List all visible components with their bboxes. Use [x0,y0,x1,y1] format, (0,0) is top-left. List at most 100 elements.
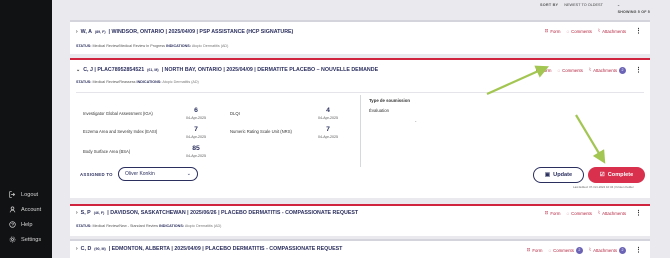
logout-icon [9,191,16,198]
status-value: Medical Review/Medical Review In Progres… [92,44,166,48]
metric-number: 6 [194,107,198,114]
sidebar-item-account[interactable]: Account [9,206,41,213]
sidebar-item-logout[interactable]: Logout [9,191,38,198]
attachments-link[interactable]: ⌇ Attachments 2 [589,66,626,74]
status-label: STATUS: [76,224,92,228]
request-card[interactable]: › W, A (89, F) | WINDSOR, ONTARIO | 2025… [70,20,650,54]
comments-link[interactable]: ◌ Comments 2 [548,246,583,254]
divider-vertical [360,95,361,167]
chevron-right-icon[interactable]: › [76,29,78,35]
sidebar: Logout Account Help Settings [0,0,52,258]
save-icon: ▣ [544,172,551,178]
comments-label: Comments [571,210,592,216]
form-icon: ⊡ [526,247,531,252]
form-link[interactable]: ⊡ Form [545,28,561,34]
form-link[interactable]: ⊡ Form [527,247,543,253]
attachments-link[interactable]: ⌇ Attachments [598,28,626,34]
metric-label-bsa: Body Surface Area (BSA) [83,149,131,154]
comment-icon: ◌ [557,67,561,73]
attachments-label: Attachments [602,28,626,34]
metric-number: 7 [194,126,198,133]
update-button[interactable]: ▣ Update [533,167,584,183]
card-header: › S, P (46, F) | DAVIDSON, SASKATCHEWAN … [76,210,358,216]
status-value: Medical Review/New - Standard Review [92,224,159,228]
indication-value: Atopic Dermatitis (AD) [184,224,222,228]
evaluation-value: - [415,119,417,124]
indication-value: Atopic Dermatitis (AD) [191,44,229,48]
paperclip-icon: ⌇ [588,247,592,252]
more-options-icon[interactable]: ⋮ [635,66,642,74]
card-actions: ⊡ Form ◌ Comments ⌇ Attachments ⋮ [545,27,642,35]
form-link[interactable]: ⊡ Form [545,210,561,216]
evaluation-label: Évaluation [369,108,390,113]
submission-type-label: Type de soumission [369,98,410,103]
sort-select[interactable]: NEWEST TO OLDEST ⌄ [564,2,620,8]
metric-number: 85 [192,145,200,152]
card-header: › W, A (89, F) | WINDSOR, ONTARIO | 2025… [76,29,293,35]
sidebar-item-help[interactable]: Help [9,221,33,228]
assignee-select[interactable]: Oliver Konkin ⌄ [118,167,198,181]
status-label: STATUS: [76,44,92,48]
help-icon [9,221,16,228]
indications-label: INDICATIONS: [136,80,162,84]
form-icon: ⊡ [544,28,549,33]
more-options-icon[interactable]: ⋮ [635,209,642,217]
form-label: Form [550,210,561,216]
metric-date: 04-Apr-2025 [318,135,338,139]
metric-number: 7 [326,126,330,133]
more-options-icon[interactable]: ⋮ [635,246,642,254]
form-link[interactable]: ⊡ Form [536,67,552,73]
comments-count-badge: 2 [575,246,583,254]
card-header: › C, D (90, M) | EDMONTON, ALBERTA | 202… [76,246,342,252]
metric-label-dlqi: DLQI [230,111,240,116]
card-actions: ⊡ Form ◌ Comments ⌇ Attachments ⋮ [545,209,642,217]
patient-age-sex: (90, M) [94,247,106,251]
comments-link[interactable]: ◌ Comments [566,29,591,34]
update-label: Update [553,172,573,178]
chevron-right-icon[interactable]: › [76,210,78,216]
status-line: STATUS: Medical Review/Reassess INDICATI… [76,80,199,84]
patient-age-sex: (61, M) [147,68,159,72]
patient-age-sex: (46, F) [93,211,105,215]
metric-value-easi: 7 04-Apr-2025 [181,126,211,139]
comments-link[interactable]: ◌ Comments [557,68,582,73]
metric-label-iga: Investigator Global Assessment (IGA) [83,111,153,116]
comments-link[interactable]: ◌ Comments [566,211,591,216]
comments-label: Comments [571,28,592,34]
assignee-value: Oliver Konkin [125,171,155,177]
sort-bar: SORT BY NEWEST TO OLDEST ⌄ [540,2,620,8]
sidebar-item-settings[interactable]: Settings [9,236,41,243]
request-card[interactable]: › S, P (46, F) | DAVIDSON, SASKATCHEWAN … [70,206,650,236]
attachments-link[interactable]: ⌇ Attachments 2 [588,246,626,254]
attachments-label: Attachments [602,210,626,216]
more-options-icon[interactable]: ⋮ [635,27,642,35]
attachments-count-badge: 2 [619,246,626,254]
metric-number: 4 [326,107,330,114]
request-card[interactable]: › C, D (90, M) | EDMONTON, ALBERTA | 202… [70,239,650,258]
indication-value: Atopic Dermatitis (AD) [162,80,199,84]
assigned-to-label: ASSIGNED TO [80,172,113,177]
settings-icon [9,236,16,243]
chevron-right-icon[interactable]: › [76,246,78,252]
sort-label: SORT BY [540,2,559,7]
card-meta: | DAVIDSON, SASKATCHEWAN | 2025/06/26 | … [107,210,359,216]
card-meta: | NORTH BAY, ONTARIO | 2025/04/09 | DERM… [161,67,379,73]
form-icon: ⊡ [535,67,540,72]
attachments-label: Attachments [593,247,617,253]
comment-icon: ◌ [566,28,570,34]
comments-label: Comments [553,247,574,253]
patient-name: C, J | PLAC78952854521 [83,67,145,73]
complete-button[interactable]: ☑ Complete [588,167,645,183]
indications-label: INDICATIONS: [166,44,191,48]
checkbox-icon: ☑ [599,172,605,178]
sort-value: NEWEST TO OLDEST [564,2,603,7]
patient-name: C, D [80,246,92,252]
status-line: STATUS: Medical Review/New - Standard Re… [76,224,221,228]
paperclip-icon: ⌇ [597,210,601,215]
form-icon: ⊡ [544,210,549,215]
sidebar-item-label: Account [21,206,42,213]
divider [76,92,644,93]
attachments-link[interactable]: ⌇ Attachments [598,210,626,216]
chevron-down-icon[interactable]: ⌄ [76,67,80,73]
metric-label-easi: Eczema Area and Severity Index (EASI) [83,129,158,134]
